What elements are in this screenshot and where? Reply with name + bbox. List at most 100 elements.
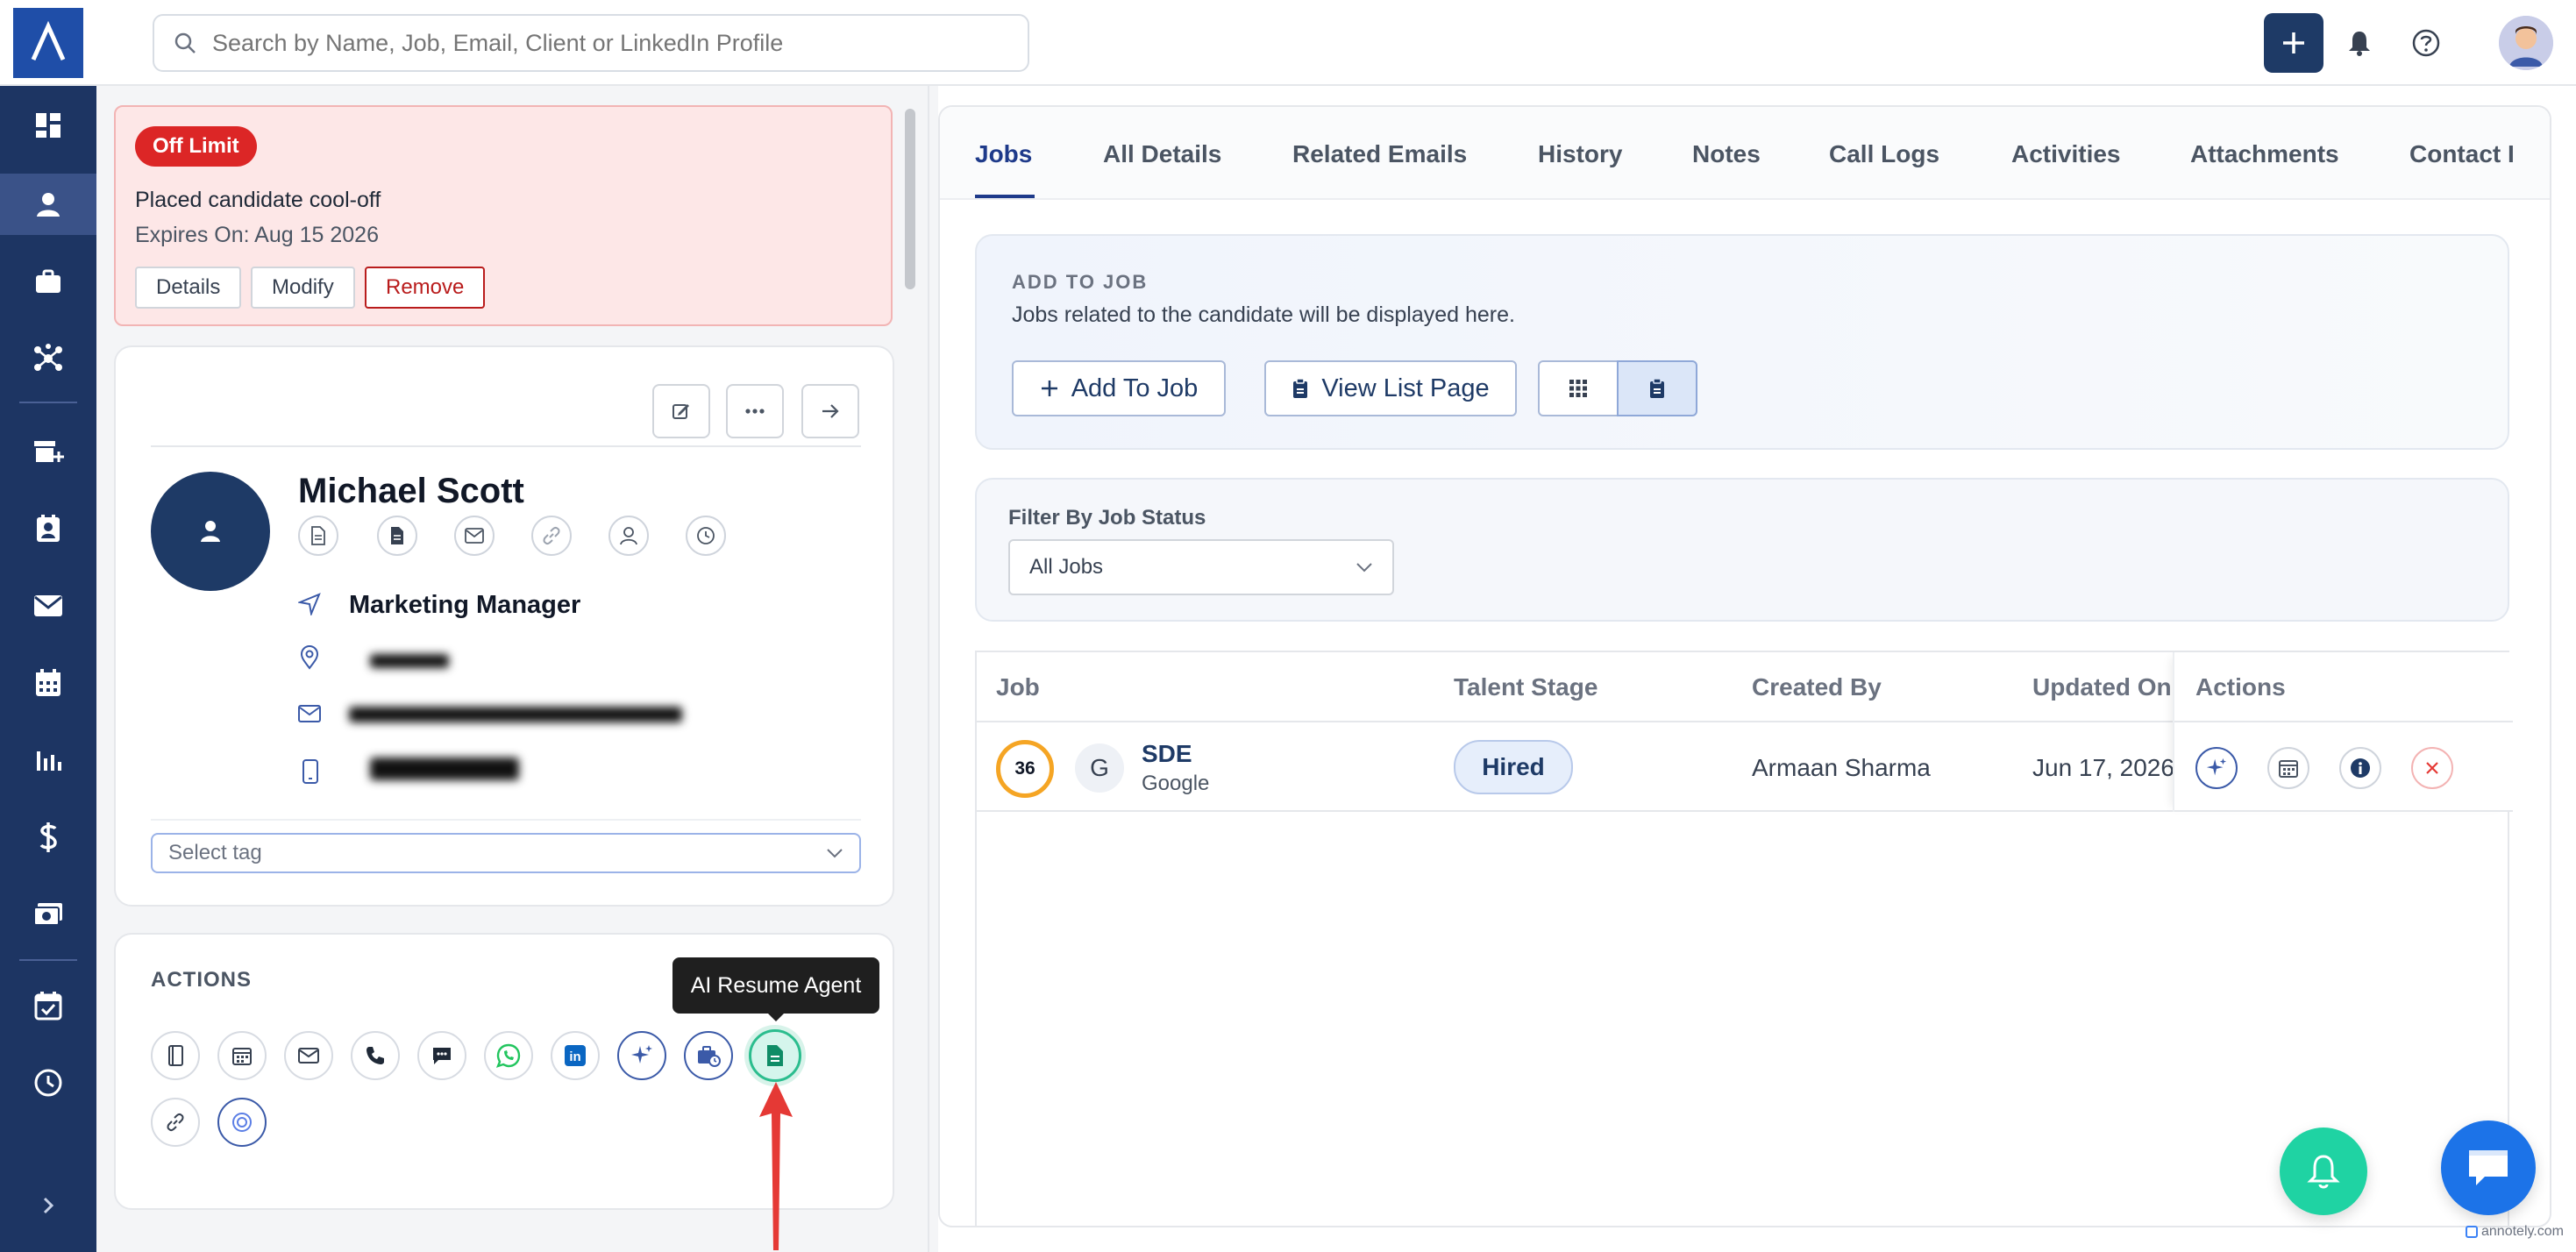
- view-list-page-button[interactable]: View List Page: [1264, 360, 1517, 416]
- tag-select[interactable]: Select tag: [151, 833, 861, 873]
- job-status-select[interactable]: All Jobs: [1008, 539, 1394, 595]
- left-panel-scrollbar[interactable]: [905, 109, 915, 289]
- tab-notes[interactable]: Notes: [1692, 140, 1761, 168]
- sidebar-item-calendar[interactable]: [0, 652, 96, 714]
- info-icon: [2351, 758, 2370, 778]
- help-icon[interactable]: [2408, 25, 2444, 61]
- open-profile-button[interactable]: [801, 384, 859, 438]
- sidebar-item-candidates[interactable]: [0, 174, 96, 235]
- off-limit-details-button[interactable]: Details: [135, 267, 242, 309]
- redacted-location: [370, 654, 449, 668]
- sidebar-item-contacts[interactable]: [0, 498, 96, 559]
- col-header-talent-stage[interactable]: Talent Stage: [1454, 673, 1598, 701]
- email-link[interactable]: [454, 516, 495, 556]
- chevron-right-icon: [43, 1197, 54, 1214]
- row-info-button[interactable]: [2339, 747, 2381, 789]
- more-integrations-action[interactable]: [217, 1098, 267, 1147]
- edit-profile-button[interactable]: [652, 384, 710, 438]
- ai-assist-action[interactable]: [617, 1031, 666, 1080]
- col-header-updated-on[interactable]: Updated On: [2032, 673, 2172, 701]
- sidebar-divider: [19, 959, 77, 961]
- bell-icon[interactable]: [2341, 25, 2378, 61]
- divider: [151, 819, 861, 821]
- notifications-fab[interactable]: [2280, 1128, 2367, 1215]
- add-to-job-button[interactable]: Add To Job: [1012, 360, 1226, 416]
- copy-link-action[interactable]: [151, 1098, 200, 1147]
- logo-icon: [31, 21, 66, 61]
- create-new-button[interactable]: [2264, 13, 2323, 73]
- talent-stage-badge[interactable]: Hired: [1454, 740, 1573, 794]
- app-logo[interactable]: [13, 8, 83, 78]
- mail-icon: [34, 595, 62, 616]
- briefcase-clock-icon: [698, 1046, 721, 1067]
- off-limit-remove-button[interactable]: Remove: [365, 267, 486, 309]
- view-list-page-label: View List Page: [1321, 373, 1490, 402]
- tab-jobs[interactable]: Jobs: [975, 140, 1032, 168]
- tab-history[interactable]: History: [1538, 140, 1622, 168]
- notes-action[interactable]: [151, 1031, 200, 1080]
- sidebar-item-reports[interactable]: [0, 729, 96, 791]
- sidebar-item-email[interactable]: [0, 575, 96, 637]
- chat-fab[interactable]: [2441, 1120, 2536, 1215]
- chat-circle-icon: [232, 1113, 252, 1132]
- sidebar-expand-button[interactable]: [0, 1175, 96, 1236]
- redacted-phone: [370, 758, 519, 780]
- email-action[interactable]: [284, 1031, 333, 1080]
- phone-icon: [302, 759, 319, 788]
- add-to-job-heading: ADD TO JOB: [1012, 271, 1149, 293]
- sidebar-item-tasks[interactable]: [0, 975, 96, 1036]
- tab-attachments[interactable]: Attachments: [2190, 140, 2339, 168]
- annotely-logo-icon: [2466, 1225, 2478, 1238]
- resume-link[interactable]: [298, 516, 338, 556]
- sms-action[interactable]: [417, 1031, 466, 1080]
- chevron-down-icon: [827, 849, 843, 858]
- search-input[interactable]: [212, 29, 1001, 57]
- more-options-button[interactable]: [726, 384, 784, 438]
- tab-activities[interactable]: Activities: [2011, 140, 2121, 168]
- mail-icon: [465, 528, 484, 544]
- tab-all-details[interactable]: All Details: [1103, 140, 1221, 168]
- arrow-right-icon: [822, 404, 839, 418]
- sidebar-item-jobs[interactable]: [0, 251, 96, 312]
- whatsapp-action[interactable]: [484, 1031, 533, 1080]
- sidebar-item-dashboard[interactable]: [0, 95, 96, 156]
- clipboard-icon: [1650, 378, 1664, 398]
- sidebar-item-network[interactable]: [0, 328, 96, 389]
- job-client: Google: [1142, 772, 1210, 795]
- svg-text:in: in: [569, 1049, 580, 1064]
- ai-resume-agent-action[interactable]: [749, 1029, 801, 1082]
- schedule-action[interactable]: [217, 1031, 267, 1080]
- col-header-job[interactable]: Job: [996, 673, 1040, 701]
- global-search[interactable]: [153, 14, 1029, 72]
- linkedin-action[interactable]: in: [551, 1031, 600, 1080]
- sidebar-item-history[interactable]: [0, 1052, 96, 1113]
- col-header-created-by[interactable]: Created By: [1752, 673, 1882, 701]
- list-view-toggle[interactable]: [1617, 360, 1697, 416]
- annotation-arrow-icon: [759, 1082, 793, 1250]
- sidebar-item-add-company[interactable]: [0, 421, 96, 482]
- off-limit-modify-button[interactable]: Modify: [251, 267, 355, 309]
- profile-owner-button[interactable]: [608, 516, 649, 556]
- sidebar-item-billing[interactable]: [0, 807, 96, 868]
- row-ai-action-button[interactable]: [2195, 747, 2238, 789]
- chevron-down-icon: [1356, 563, 1372, 573]
- activity-history-button[interactable]: [686, 516, 726, 556]
- actions-column: Actions: [2173, 652, 2513, 812]
- job-match-action[interactable]: [684, 1031, 733, 1080]
- call-action[interactable]: [351, 1031, 400, 1080]
- row-remove-button[interactable]: [2411, 747, 2453, 789]
- sidebar-item-payments[interactable]: [0, 884, 96, 945]
- formatted-resume-link[interactable]: [377, 516, 417, 556]
- tab-related-emails[interactable]: Related Emails: [1292, 140, 1467, 168]
- user-avatar[interactable]: [2499, 16, 2553, 70]
- grid-view-toggle[interactable]: [1538, 360, 1619, 416]
- whatsapp-icon: [496, 1043, 521, 1068]
- active-tab-indicator: [975, 195, 1035, 198]
- tab-call-logs[interactable]: Call Logs: [1829, 140, 1939, 168]
- tab-contact[interactable]: Contact I: [2409, 140, 2515, 168]
- link-button[interactable]: [531, 516, 572, 556]
- job-title-link[interactable]: SDE: [1142, 740, 1192, 768]
- link-icon: [543, 526, 560, 545]
- row-schedule-button[interactable]: [2267, 747, 2309, 789]
- sparkles-icon: [631, 1045, 652, 1063]
